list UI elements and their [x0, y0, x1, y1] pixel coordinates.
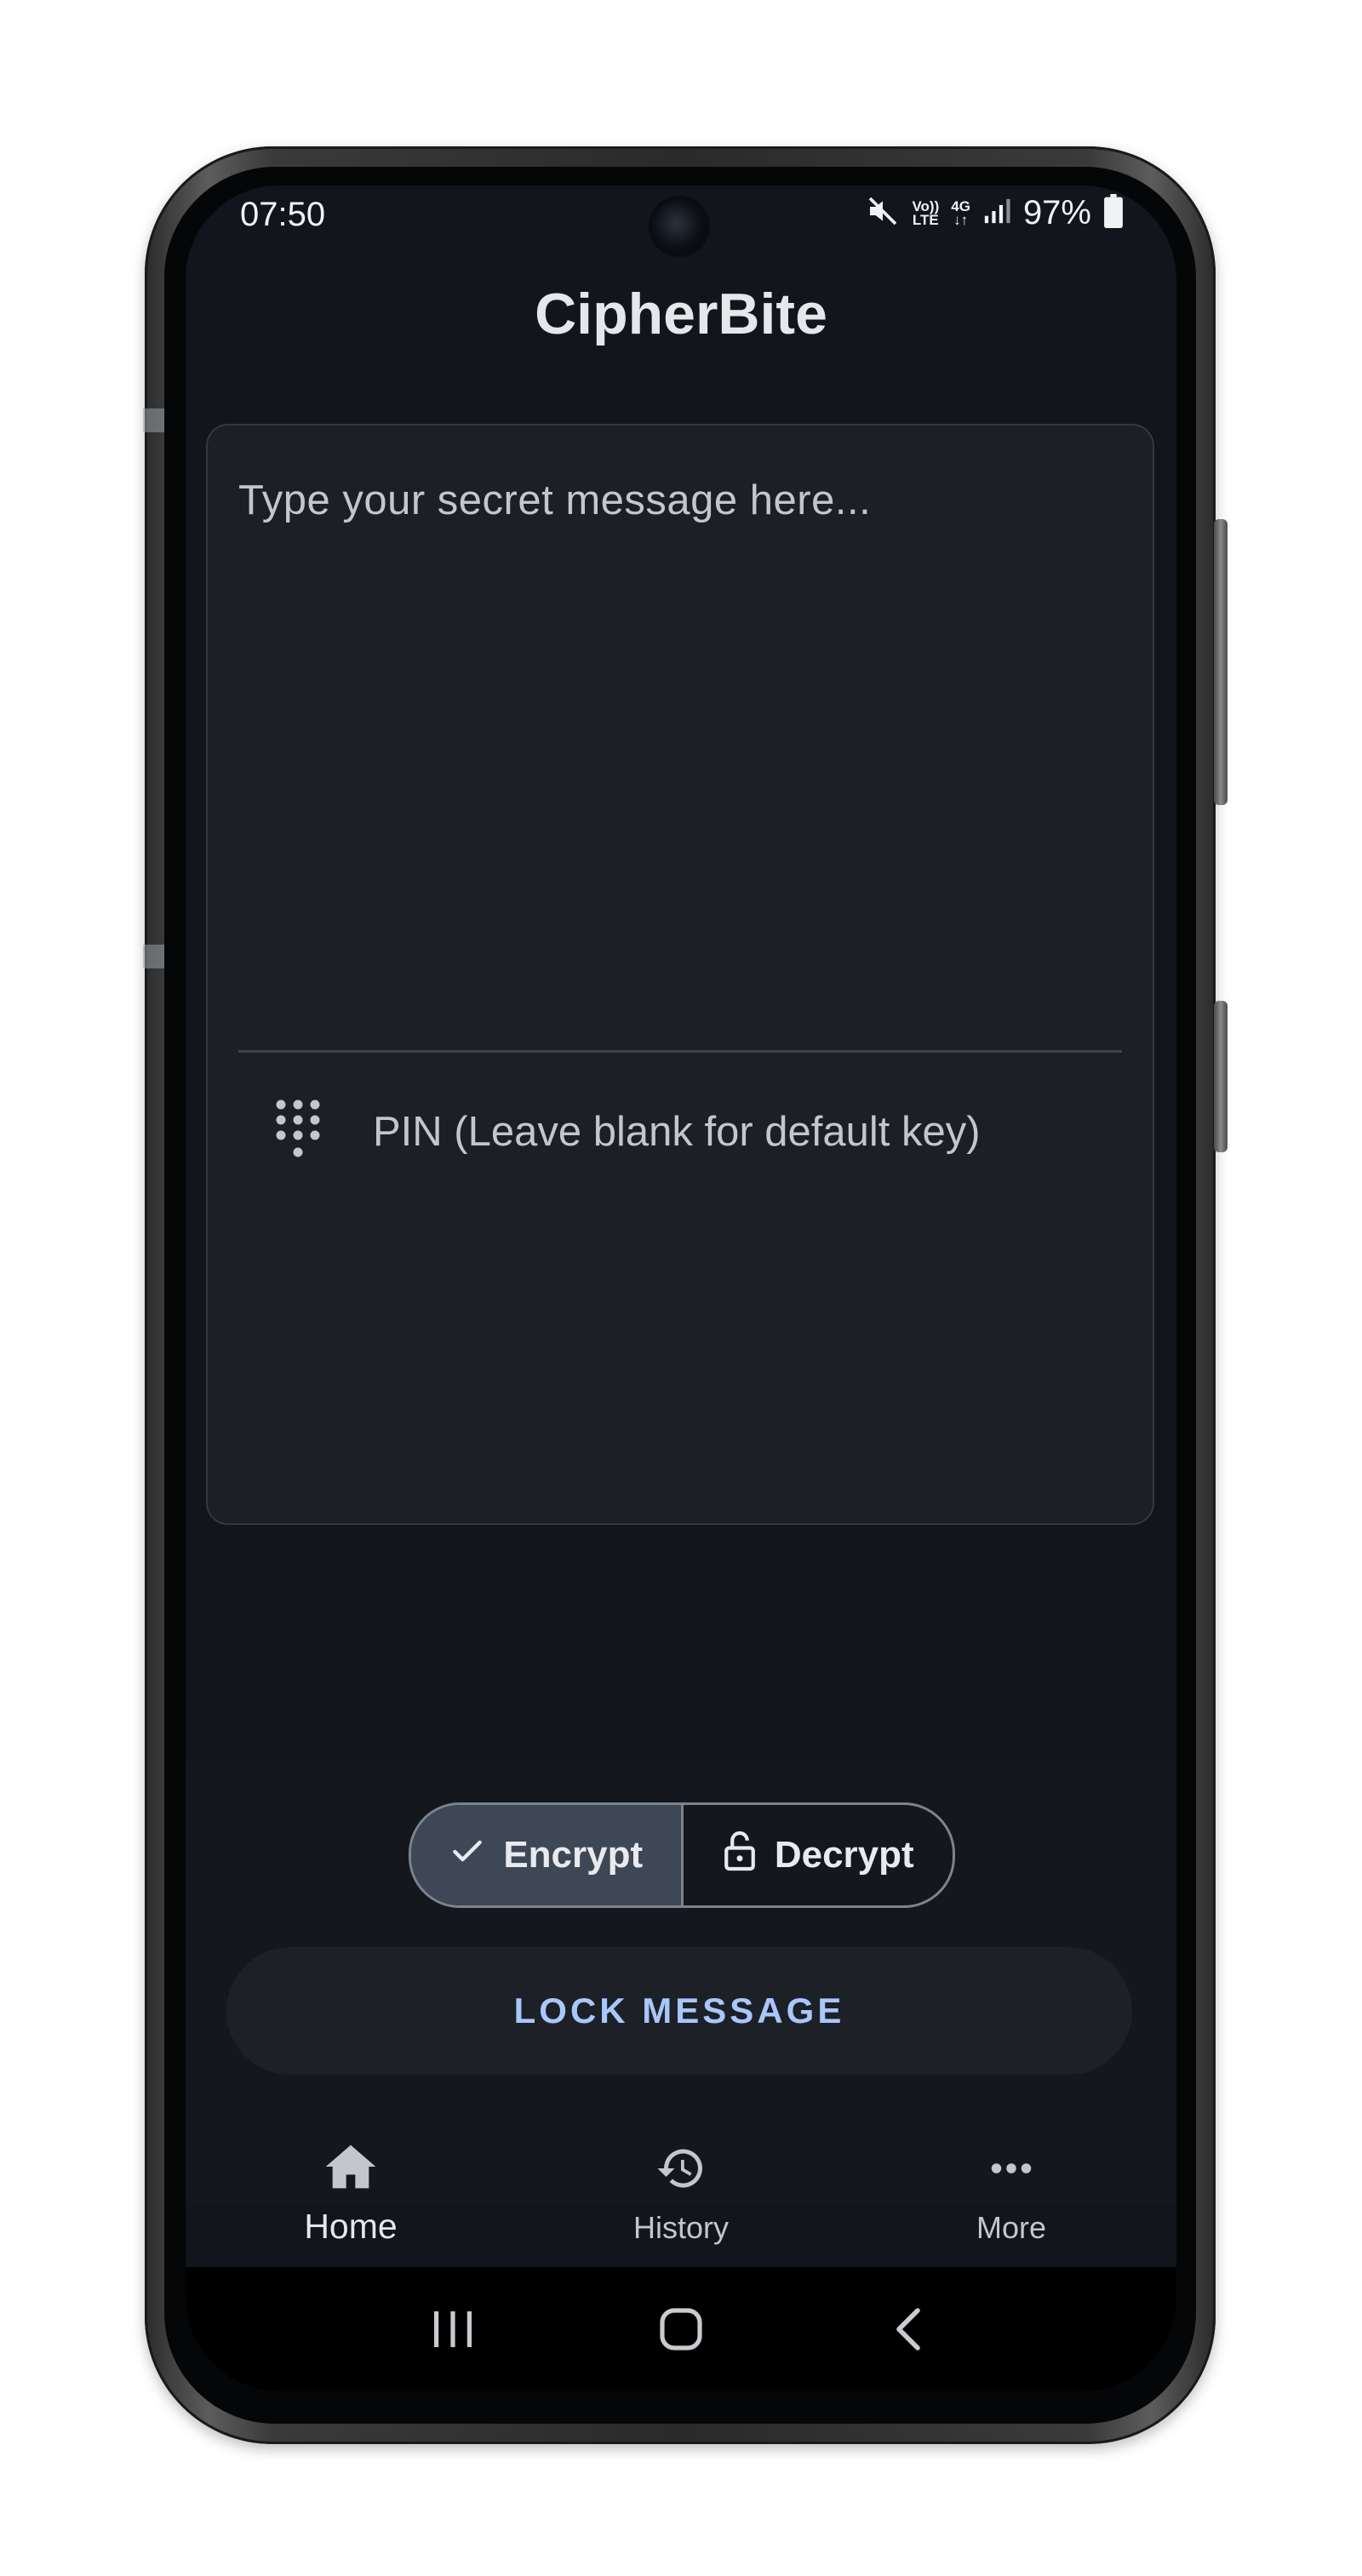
battery-percent: 97% [1022, 194, 1091, 231]
recents-icon[interactable] [402, 2287, 504, 2372]
signal-icon [982, 197, 1011, 230]
decrypt-label: Decrypt [774, 1834, 914, 1876]
4g-data-icon: 4G ↓↑ [951, 197, 970, 228]
status-icons: Vo)) LTE 4G ↓↑ 97% [866, 194, 1124, 232]
lock-message-button[interactable]: LOCK MESSAGE [226, 1947, 1132, 2075]
nav-label-more: More [976, 2210, 1047, 2245]
mute-icon [866, 194, 900, 232]
dialpad-icon [274, 1098, 322, 1166]
check-icon [449, 1832, 486, 1879]
message-input[interactable]: Type your secret message here... [238, 477, 871, 524]
front-camera [652, 199, 707, 254]
decrypt-segment[interactable]: Decrypt [684, 1805, 953, 1905]
nav-item-history[interactable]: History [516, 2117, 846, 2267]
status-time: 07:50 [240, 196, 326, 233]
more-icon [984, 2143, 1039, 2198]
nav-label-home: Home [304, 2207, 398, 2246]
side-marker-bottom [143, 945, 165, 968]
message-card: Type your secret message here... PIN (Le… [206, 424, 1154, 1525]
bottom-nav: Home History More [186, 2117, 1176, 2267]
encrypt-segment[interactable]: Encrypt [411, 1805, 684, 1905]
home-icon [323, 2143, 378, 2195]
app-title: CipherBite [535, 282, 827, 346]
pin-input[interactable]: PIN (Leave blank for default key) [373, 1108, 981, 1156]
status-bar: 07:50 Vo)) LTE 4G ↓↑ 97% [186, 186, 1176, 254]
network-type: 4G [951, 197, 970, 214]
volte-icon: Vo)) LTE [912, 197, 940, 228]
card-divider [238, 1050, 1122, 1053]
nav-label-history: History [632, 2210, 729, 2245]
volume-button [1214, 519, 1228, 805]
unlock-icon [722, 1830, 758, 1882]
screen: 07:50 Vo)) LTE 4G ↓↑ 97% CipherBite Type… [186, 186, 1176, 2391]
back-icon[interactable] [858, 2287, 960, 2372]
power-button [1214, 1001, 1228, 1152]
history-icon [654, 2143, 708, 2198]
system-nav-bar [186, 2267, 1176, 2391]
pin-field[interactable]: PIN (Leave blank for default key) [274, 1098, 981, 1166]
encrypt-label: Encrypt [503, 1834, 644, 1876]
side-marker-top [143, 408, 165, 432]
battery-icon [1103, 194, 1124, 232]
nav-item-home[interactable]: Home [186, 2117, 516, 2267]
mode-toggle: Encrypt Decrypt [409, 1802, 955, 1908]
nav-item-more[interactable]: More [846, 2117, 1176, 2267]
home-outline-icon[interactable] [630, 2287, 732, 2372]
